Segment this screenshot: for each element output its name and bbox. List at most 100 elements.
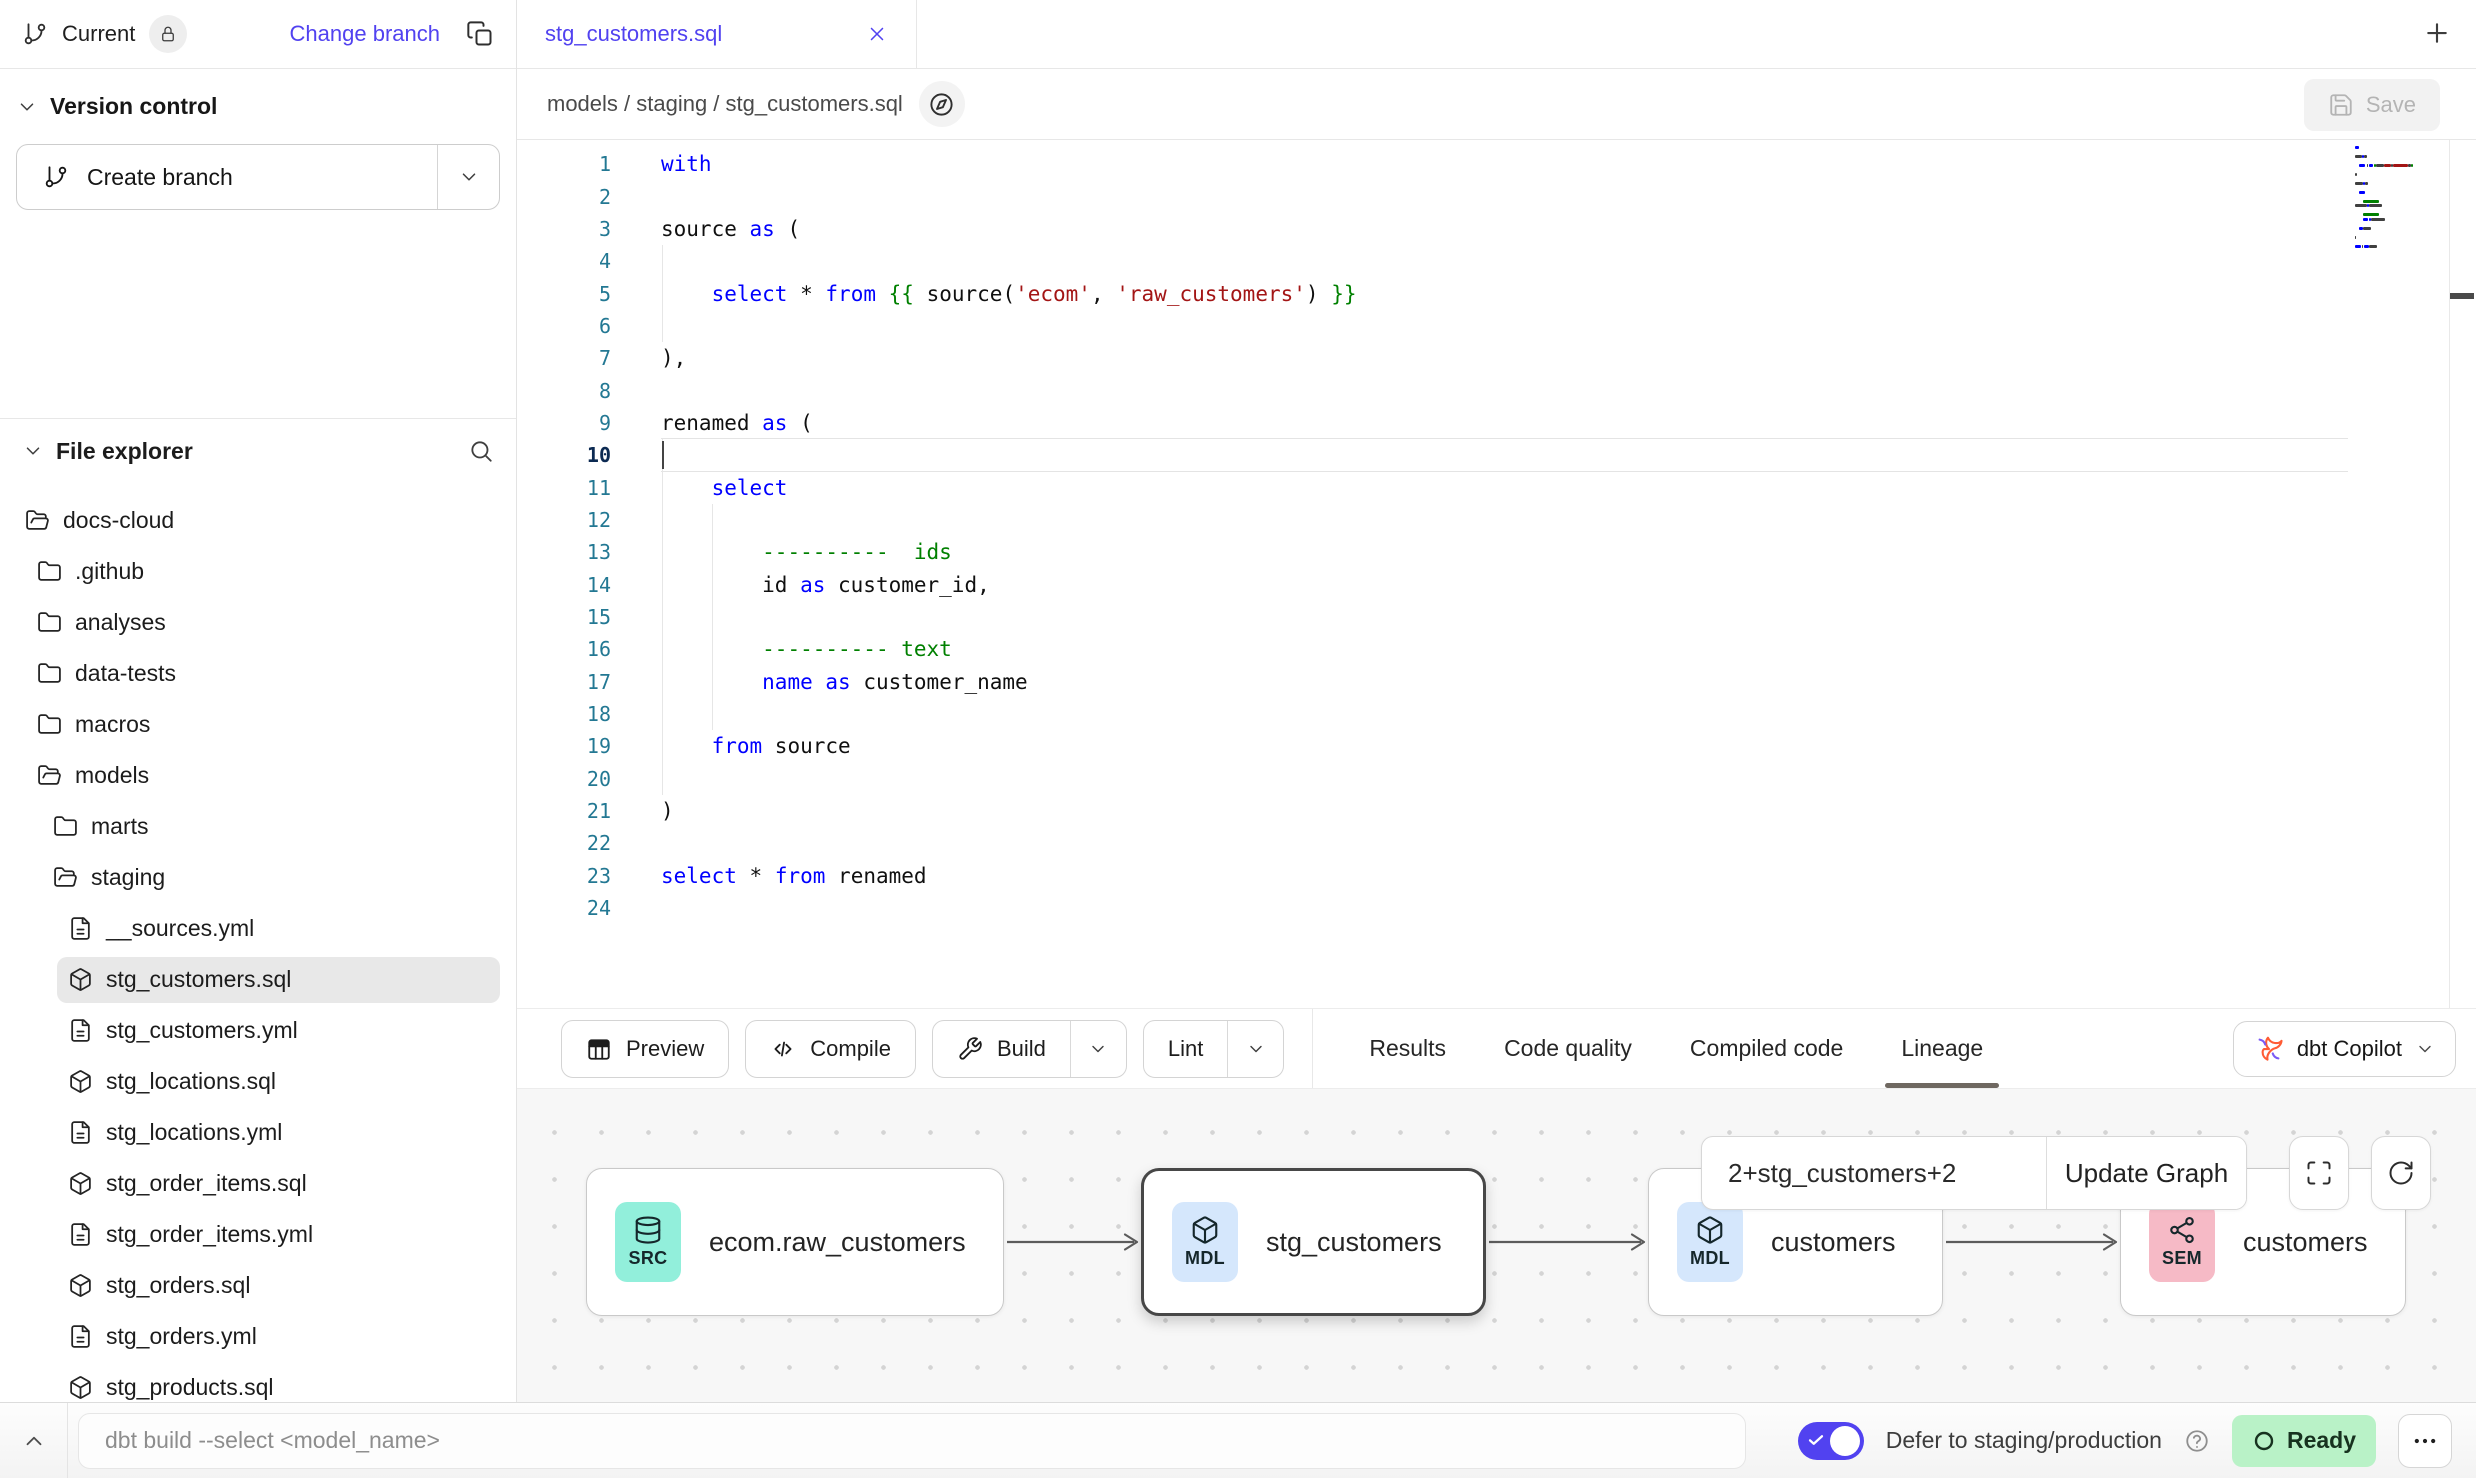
lineage-node-stg_customers[interactable]: MDL stg_customers — [1141, 1168, 1486, 1316]
file-tree-item[interactable]: models — [0, 750, 516, 801]
chevron-down-icon[interactable] — [16, 96, 38, 118]
code-line[interactable]: 14 id as customer_id, — [517, 568, 2476, 600]
code-line[interactable]: 7), — [517, 342, 2476, 374]
code-line[interactable]: 10 — [517, 439, 2476, 471]
folder-open-icon — [53, 865, 78, 890]
file-tree-item[interactable]: __sources.yml — [0, 903, 516, 954]
file-tree-item[interactable]: stg_orders.sql — [0, 1260, 516, 1311]
help-icon[interactable] — [2184, 1428, 2210, 1454]
code-line[interactable]: 15 — [517, 601, 2476, 633]
panel-tab-lineage[interactable]: Lineage — [1901, 1009, 1983, 1088]
minimap[interactable] — [2355, 146, 2447, 254]
new-tab-button[interactable] — [2422, 18, 2452, 48]
code-line[interactable]: 6 — [517, 310, 2476, 342]
indent-guide — [662, 245, 663, 342]
code-line[interactable]: 22 — [517, 827, 2476, 859]
panel-tab-code-quality[interactable]: Code quality — [1504, 1009, 1632, 1088]
line-number: 15 — [517, 605, 611, 629]
version-control-title: Version control — [50, 93, 217, 120]
chevron-down-icon[interactable] — [22, 440, 44, 462]
search-icon[interactable] — [468, 438, 494, 464]
toolbar-divider — [1312, 1009, 1313, 1088]
code-line[interactable]: 5 select * from {{ source('ecom', 'raw_c… — [517, 277, 2476, 309]
file-tree-item[interactable]: stg_orders.yml — [0, 1311, 516, 1362]
code-line[interactable]: 8 — [517, 374, 2476, 406]
panel-tab-results[interactable]: Results — [1369, 1009, 1446, 1088]
folder-icon — [37, 712, 62, 737]
create-branch-dropdown[interactable] — [437, 145, 499, 209]
file-tree-label: data-tests — [75, 660, 176, 687]
build-dropdown[interactable] — [1070, 1021, 1126, 1077]
code-line[interactable]: 13 ---------- ids — [517, 536, 2476, 568]
change-branch-link[interactable]: Change branch — [290, 21, 440, 47]
command-input[interactable] — [78, 1413, 1746, 1469]
lineage-selector-input[interactable] — [1702, 1137, 2046, 1209]
file-tree-item[interactable]: analyses — [0, 597, 516, 648]
tab-stg-customers-sql[interactable]: stg_customers.sql — [517, 0, 917, 68]
code-line[interactable]: 4 — [517, 245, 2476, 277]
code-line[interactable]: 18 — [517, 698, 2476, 730]
code-line[interactable]: 21) — [517, 795, 2476, 827]
file-tree-item[interactable]: .github — [0, 546, 516, 597]
code-line[interactable]: 3source as ( — [517, 213, 2476, 245]
code-line-text: name as customer_name — [661, 666, 2348, 698]
copy-icon[interactable] — [466, 20, 494, 48]
open-lineage-button[interactable] — [919, 81, 965, 127]
create-branch-button[interactable]: Create branch — [16, 144, 500, 210]
line-number: 14 — [517, 573, 611, 597]
lineage-panel[interactable]: SRC ecom.raw_customers MDL stg_customers… — [517, 1088, 2476, 1402]
line-number: 12 — [517, 508, 611, 532]
node-label: customers — [2243, 1227, 2368, 1258]
node-badge-label: SRC — [629, 1248, 668, 1269]
file-tree-item[interactable]: stg_products.sql — [0, 1362, 516, 1402]
file-tree-item[interactable]: stg_locations.sql — [0, 1056, 516, 1107]
code-line[interactable]: 2 — [517, 180, 2476, 212]
code-line[interactable]: 19 from source — [517, 730, 2476, 762]
fullscreen-button[interactable] — [2289, 1136, 2349, 1210]
code-line[interactable]: 17 name as customer_name — [517, 666, 2476, 698]
collapse-command-bar-button[interactable] — [0, 1403, 68, 1478]
code-editor[interactable]: 1with23source as ( 4 5 select * from {{ so… — [517, 140, 2476, 1008]
file-tree-item[interactable]: stg_customers.yml — [0, 1005, 516, 1056]
file-tree-label: stg_order_items.yml — [106, 1221, 313, 1248]
file-tree-label: staging — [91, 864, 165, 891]
defer-toggle[interactable] — [1798, 1422, 1864, 1460]
more-options-button[interactable] — [2398, 1414, 2452, 1468]
save-button[interactable]: Save — [2304, 79, 2440, 131]
refresh-button[interactable] — [2371, 1136, 2431, 1210]
create-branch-main[interactable]: Create branch — [17, 145, 437, 209]
lineage-node-ecom.raw_customers[interactable]: SRC ecom.raw_customers — [586, 1168, 1004, 1316]
build-button[interactable]: Build — [932, 1020, 1127, 1078]
file-tree-item[interactable]: macros — [0, 699, 516, 750]
close-icon[interactable] — [866, 23, 888, 45]
doc-icon — [68, 1222, 93, 1247]
file-tree-item[interactable]: docs-cloud — [0, 495, 516, 546]
update-graph-button[interactable]: Update Graph — [2046, 1137, 2246, 1209]
code-line[interactable]: 1with — [517, 148, 2476, 180]
file-tree-item[interactable]: data-tests — [0, 648, 516, 699]
code-line[interactable]: 23select * from renamed — [517, 860, 2476, 892]
compile-button[interactable]: Compile — [745, 1020, 916, 1078]
line-number: 4 — [517, 249, 611, 273]
code-line[interactable]: 11 select — [517, 471, 2476, 503]
code-line[interactable]: 20 — [517, 763, 2476, 795]
lint-dropdown[interactable] — [1227, 1021, 1283, 1077]
file-tree: docs-cloud .github analyses data-tests m… — [0, 483, 516, 1402]
file-tree-item[interactable]: stg_locations.yml — [0, 1107, 516, 1158]
indent-guide — [662, 439, 663, 795]
current-branch-label: Current — [62, 21, 135, 47]
panel-tab-compiled-code[interactable]: Compiled code — [1690, 1009, 1843, 1088]
code-line-text — [661, 310, 2348, 342]
code-line[interactable]: 9renamed as ( — [517, 407, 2476, 439]
file-tree-item[interactable]: marts — [0, 801, 516, 852]
lint-button[interactable]: Lint — [1143, 1020, 1284, 1078]
dbt-copilot-button[interactable]: dbt Copilot — [2233, 1021, 2456, 1077]
code-line[interactable]: 16 ---------- text — [517, 633, 2476, 665]
code-line[interactable]: 24 — [517, 892, 2476, 924]
code-line[interactable]: 12 — [517, 504, 2476, 536]
preview-button[interactable]: Preview — [561, 1020, 729, 1078]
file-tree-item[interactable]: stg_order_items.sql — [0, 1158, 516, 1209]
file-tree-item[interactable]: stg_order_items.yml — [0, 1209, 516, 1260]
file-tree-item[interactable]: stg_customers.sql — [0, 954, 516, 1005]
file-tree-item[interactable]: staging — [0, 852, 516, 903]
